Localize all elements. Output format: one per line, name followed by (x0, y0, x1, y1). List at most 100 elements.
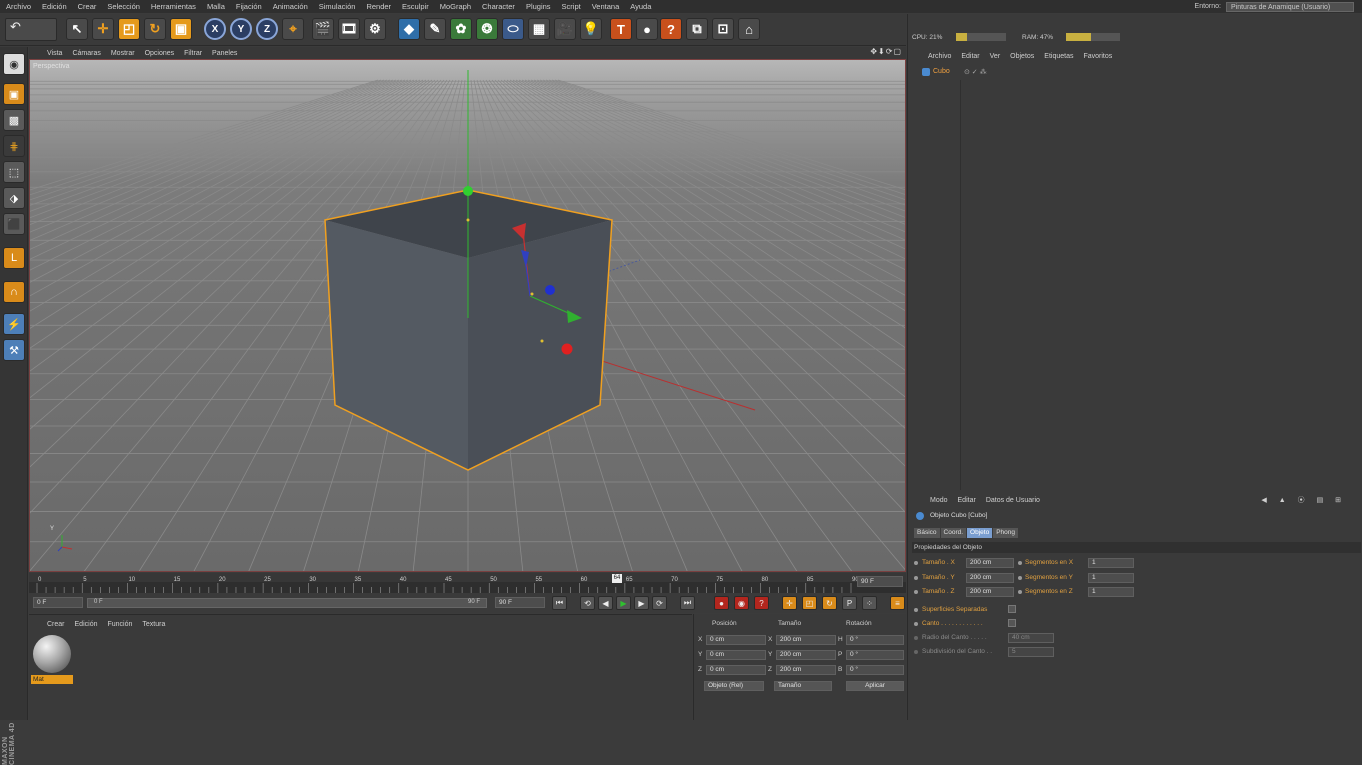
seg-z-field[interactable]: 1 (1088, 587, 1134, 597)
anim-dot[interactable] (914, 636, 918, 640)
pos-y-field[interactable]: 0 cm (706, 650, 766, 660)
prev-frame-icon[interactable]: ◀ (598, 596, 613, 610)
tab-basico[interactable]: Básico (914, 528, 940, 538)
size-z-field[interactable]: 200 cm (776, 665, 836, 675)
size-x-attr-field[interactable]: 200 cm (966, 558, 1014, 568)
om-menu-editar[interactable]: Editar (961, 53, 979, 60)
make-editable-icon[interactable]: ◉ (3, 53, 25, 75)
sphere-render-icon[interactable]: ● (636, 18, 658, 40)
camera-icon[interactable]: 🎥 (554, 18, 576, 40)
snap-settings-icon[interactable]: ⧉ (686, 18, 708, 40)
perspective-viewport[interactable]: Perspectiva Y (29, 59, 906, 572)
pos-z-field[interactable]: 0 cm (706, 665, 766, 675)
fillet-checkbox[interactable] (1008, 619, 1016, 627)
menu-esculpir[interactable]: Esculpir (402, 2, 429, 11)
keyframe-selection-icon[interactable]: ? (754, 596, 769, 610)
end-frame-field[interactable]: 90 F (495, 597, 545, 608)
coord-size-mode-select[interactable]: Tamaño (774, 681, 832, 691)
menu-herramientas[interactable]: Herramientas (151, 2, 196, 11)
y-axis-lock-button[interactable]: Y (230, 18, 252, 40)
next-frame-icon[interactable]: ▶ (634, 596, 649, 610)
viewport-menu-opciones[interactable]: Opciones (145, 50, 175, 57)
select-tool-icon[interactable]: ↖ (66, 18, 88, 40)
cloner-icon[interactable]: ❂ (476, 18, 498, 40)
go-to-end-icon[interactable]: ⏭ (680, 596, 695, 610)
rotate-tool-icon[interactable]: ↻ (144, 18, 166, 40)
anim-dot[interactable] (1018, 576, 1022, 580)
magnet-icon[interactable]: ∩ (3, 281, 25, 303)
viewport-menu-mostrar[interactable]: Mostrar (111, 50, 135, 57)
render-picture-viewer-icon[interactable]: 🎞 (338, 18, 360, 40)
viewport-menu-vista[interactable]: Vista (47, 50, 62, 57)
axis-mode-icon[interactable]: L (3, 247, 25, 269)
attr-nav-icons[interactable]: ◀ ▲ ⦿ ▤ ⊞ (1261, 495, 1346, 505)
menu-script[interactable]: Script (562, 2, 581, 11)
timeline-end-field[interactable]: 90 F (857, 576, 903, 587)
current-frame-field[interactable]: 0 F (33, 597, 83, 608)
apply-button[interactable]: Aplicar (846, 681, 904, 691)
seg-y-field[interactable]: 1 (1088, 573, 1134, 583)
cube-object-icon[interactable]: ◆ (398, 18, 420, 40)
menu-ayuda[interactable]: Ayuda (630, 2, 651, 11)
size-y-attr-field[interactable]: 200 cm (966, 573, 1014, 583)
preview-range-slider[interactable]: 0 F 90 F (87, 598, 487, 608)
anim-dot[interactable] (914, 576, 918, 580)
viewport-menu-paneles[interactable]: Paneles (212, 50, 237, 57)
z-axis-lock-button[interactable]: Z (256, 18, 278, 40)
play-icon[interactable]: ▶ (616, 596, 631, 610)
viewport-menu-camaras[interactable]: Cámaras (72, 50, 100, 57)
menu-malla[interactable]: Malla (207, 2, 225, 11)
menu-crear[interactable]: Crear (78, 2, 97, 11)
material-menu-textura[interactable]: Textura (142, 621, 165, 628)
go-to-start-icon[interactable]: ⏮ (552, 596, 567, 610)
material-menu-edicion[interactable]: Edición (75, 621, 98, 628)
anim-dot[interactable] (914, 590, 918, 594)
rot-b-field[interactable]: 0 ° (846, 665, 904, 675)
next-key-icon[interactable]: ⟳ (652, 596, 667, 610)
current-frame-marker[interactable]: 64 (612, 574, 622, 583)
key-rotation-icon[interactable]: ↻ (822, 596, 837, 610)
rot-h-field[interactable]: 0 ° (846, 635, 904, 645)
key-parameter-icon[interactable]: P (842, 596, 857, 610)
tab-phong[interactable]: Phong (993, 528, 1018, 538)
record-icon[interactable]: ● (714, 596, 729, 610)
help-icon[interactable]: ? (660, 18, 682, 40)
size-y-field[interactable]: 200 cm (776, 650, 836, 660)
soft-selection-icon[interactable]: ⚡ (3, 313, 25, 335)
snap-toggle-icon[interactable]: ⊡ (712, 18, 734, 40)
menu-character[interactable]: Character (482, 2, 515, 11)
fillet-radius-field[interactable]: 40 cm (1008, 633, 1054, 643)
sculpt-icon[interactable]: ⚒ (3, 339, 25, 361)
pos-x-field[interactable]: 0 cm (706, 635, 766, 645)
menu-fijacion[interactable]: Fijación (236, 2, 262, 11)
model-mode-icon[interactable]: ▣ (3, 83, 25, 105)
workplane-mode-icon[interactable]: ⋕ (3, 135, 25, 157)
undo-button[interactable]: ↶ (5, 18, 57, 41)
viewport-menu-filtrar[interactable]: Filtrar (184, 50, 202, 57)
deformer-icon[interactable]: ⬭ (502, 18, 524, 40)
anim-dot[interactable] (1018, 561, 1022, 565)
separate-surfaces-checkbox[interactable] (1008, 605, 1016, 613)
coord-mode-select[interactable]: Objeto (Rel) (704, 681, 764, 691)
seg-x-field[interactable]: 1 (1088, 558, 1134, 568)
fillet-subdiv-field[interactable]: 5 (1008, 647, 1054, 657)
entorno-select[interactable]: Pinturas de Anamique (Usuario) (1226, 1, 1354, 12)
anim-dot[interactable] (914, 650, 918, 654)
polygons-mode-icon[interactable]: ⬛ (3, 213, 25, 235)
anim-dot[interactable] (914, 561, 918, 565)
visibility-icon[interactable]: ⊙ ✓ ⁂ (964, 68, 987, 76)
om-menu-favoritos[interactable]: Favoritos (1083, 53, 1112, 60)
timeline-settings-icon[interactable]: ≡ (890, 596, 905, 610)
om-menu-objetos[interactable]: Objetos (1010, 53, 1034, 60)
size-x-field[interactable]: 200 cm (776, 635, 836, 645)
menu-ventana[interactable]: Ventana (592, 2, 620, 11)
om-menu-archivo[interactable]: Archivo (928, 53, 951, 60)
key-pla-icon[interactable]: ⁘ (862, 596, 877, 610)
object-row-cube[interactable]: Cubo ⊙ ✓ ⁂ (916, 67, 1358, 79)
attr-menu-modo[interactable]: Modo (930, 497, 948, 504)
subdivision-surface-icon[interactable]: ✿ (450, 18, 472, 40)
points-mode-icon[interactable]: ⬚ (3, 161, 25, 183)
key-scale-icon[interactable]: ◰ (802, 596, 817, 610)
menu-seleccion[interactable]: Selección (107, 2, 140, 11)
tab-coord[interactable]: Coord. (940, 528, 967, 538)
